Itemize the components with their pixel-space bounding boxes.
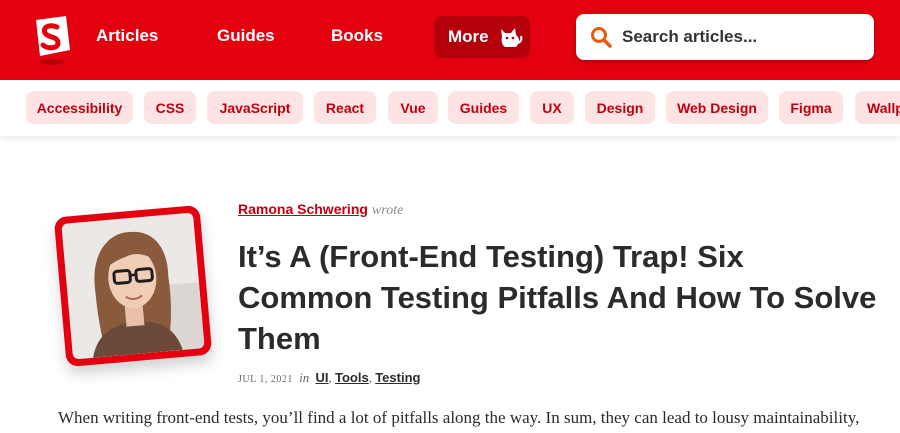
tag-react[interactable]: React <box>314 91 376 124</box>
article-meta: JUL 1, 2021 in UI, Tools, Testing <box>238 370 421 385</box>
nav-books-link[interactable]: Books <box>331 26 383 46</box>
nav-articles-link[interactable]: Articles <box>96 26 158 46</box>
tag-design[interactable]: Design <box>585 91 655 124</box>
tag-wallpapers[interactable]: Wallp <box>855 91 900 124</box>
tag-ux[interactable]: UX <box>530 91 574 124</box>
category-testing-link[interactable]: Testing <box>375 370 420 385</box>
tag-vue[interactable]: Vue <box>388 91 438 124</box>
search-input[interactable] <box>622 27 852 47</box>
search-icon <box>591 27 612 48</box>
article-intro: When writing front-end tests, you’ll fin… <box>58 408 860 427</box>
tag-guides[interactable]: Guides <box>448 91 519 124</box>
author-photo <box>61 212 205 360</box>
tag-javascript[interactable]: JavaScript <box>207 91 303 124</box>
article-title: It’s A (Front-End Testing) Trap! Six Com… <box>238 239 877 356</box>
top-navigation-bar: Articles Guides Books More <box>0 0 900 80</box>
tag-bar: Accessibility CSS JavaScript React Vue G… <box>0 80 900 136</box>
search-box[interactable] <box>576 14 874 60</box>
article-date: JUL 1, 2021 <box>238 374 293 385</box>
nav-more-label: More <box>448 27 489 46</box>
smashing-logo-icon[interactable] <box>30 14 74 66</box>
meta-in-word: in <box>299 370 310 385</box>
cat-icon <box>500 28 522 47</box>
tag-web-design[interactable]: Web Design <box>666 91 768 124</box>
author-line: Ramona Schwering wrote <box>238 201 403 219</box>
author-verb: wrote <box>371 203 404 218</box>
author-name-link[interactable]: Ramona Schwering <box>238 201 368 217</box>
tag-figma[interactable]: Figma <box>779 91 843 124</box>
tag-css[interactable]: CSS <box>144 91 196 124</box>
category-tools-link[interactable]: Tools <box>335 370 369 385</box>
category-ui-link[interactable]: UI <box>315 370 328 385</box>
tag-accessibility[interactable]: Accessibility <box>26 91 133 124</box>
nav-more-button[interactable]: More <box>434 16 530 58</box>
nav-guides-link[interactable]: Guides <box>217 26 275 46</box>
author-avatar[interactable] <box>53 204 213 368</box>
